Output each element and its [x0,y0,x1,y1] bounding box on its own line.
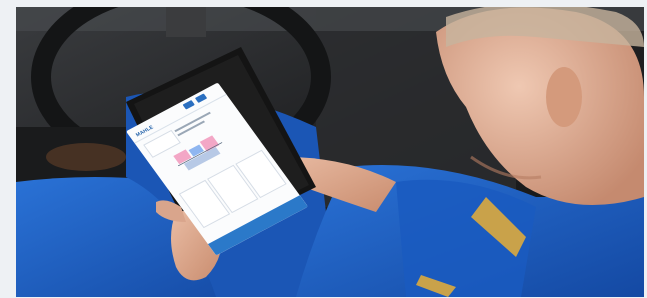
ear [546,67,582,127]
screen-button [194,93,208,103]
brand-logo: MAHLE [134,124,155,139]
photo: MAHLE [16,7,644,297]
image-frame: MAHLE [0,0,647,298]
shoe [46,143,126,171]
screen-button [182,99,195,110]
photo-scene [16,7,644,297]
